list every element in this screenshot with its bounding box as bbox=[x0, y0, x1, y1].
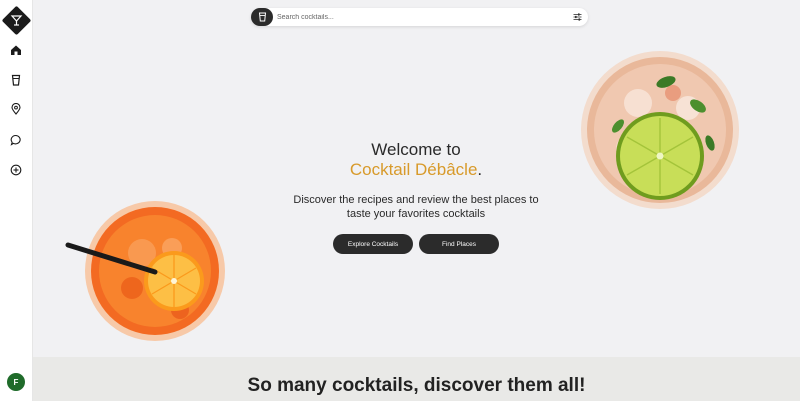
search-bar bbox=[251, 8, 588, 26]
filter-sliders-icon[interactable] bbox=[572, 12, 582, 22]
sidebar-item-cocktails[interactable] bbox=[6, 70, 26, 90]
hero-title: Welcome to Cocktail Débâcle. bbox=[290, 140, 542, 180]
search-input[interactable] bbox=[277, 9, 557, 25]
sidebar-item-home[interactable] bbox=[6, 40, 26, 60]
mojito-lime-cocktail-image bbox=[581, 51, 739, 209]
find-places-button[interactable]: Find Places bbox=[419, 234, 499, 254]
sidebar: F bbox=[0, 0, 33, 401]
orange-spritz-cocktail-image bbox=[65, 201, 225, 341]
chat-bubble-icon bbox=[10, 134, 21, 146]
plus-circle-icon bbox=[10, 164, 22, 176]
location-pin-icon bbox=[11, 103, 21, 115]
section-title: So many cocktails, discover them all! bbox=[247, 375, 586, 396]
user-avatar[interactable]: F bbox=[7, 373, 25, 391]
discover-section: So many cocktails, discover them all! bbox=[33, 357, 800, 401]
hero-welcome-text: Welcome to bbox=[371, 140, 461, 159]
sidebar-item-reviews[interactable] bbox=[6, 130, 26, 150]
brand-name: Cocktail Débâcle bbox=[349, 160, 478, 179]
hero-brand-line: Cocktail Débâcle. bbox=[290, 160, 542, 180]
search-glass-icon[interactable] bbox=[251, 8, 273, 26]
glass-icon bbox=[11, 74, 21, 86]
home-icon bbox=[11, 45, 21, 55]
sidebar-item-add[interactable] bbox=[6, 160, 26, 180]
cocktail-logo-icon[interactable] bbox=[1, 5, 32, 36]
sidebar-item-places[interactable] bbox=[6, 99, 26, 119]
explore-cocktails-button[interactable]: Explore Cocktails bbox=[333, 234, 413, 254]
brand-suffix: . bbox=[477, 160, 483, 179]
hero-description: Discover the recipes and review the best… bbox=[293, 194, 539, 220]
